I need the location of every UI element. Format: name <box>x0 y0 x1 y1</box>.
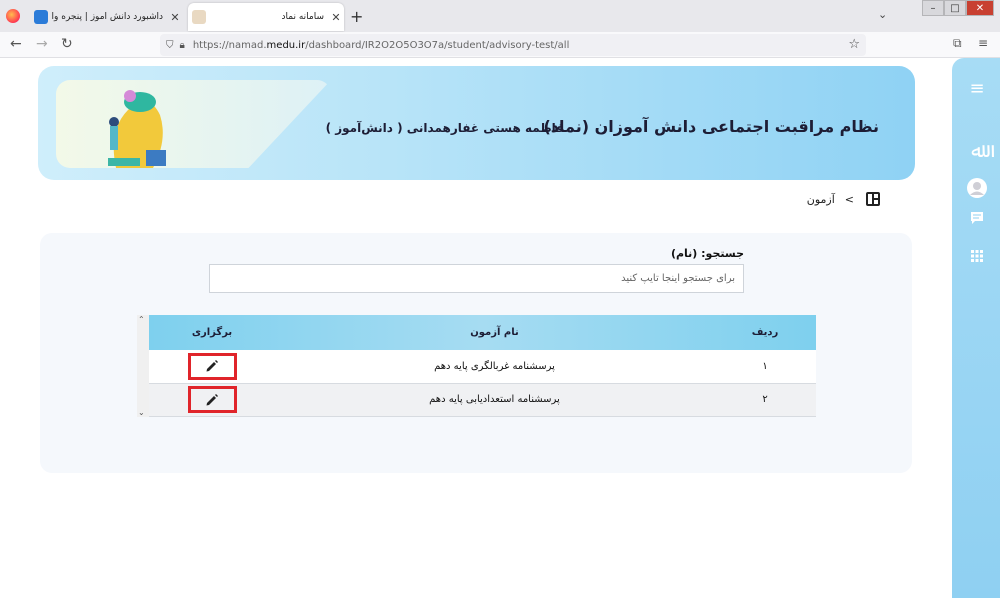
pencil-icon <box>206 393 218 405</box>
breadcrumb-current: آزمون <box>806 192 835 206</box>
browser-tab-dashboard[interactable]: ✕ داشبورد دانش آموز | پنجره واحد خد <box>30 3 183 31</box>
scroll-up-icon[interactable]: ⌃ <box>138 315 145 324</box>
new-tab-icon[interactable]: + <box>350 7 363 26</box>
url-text: https://namad.medu.ir/dashboard/IR2O2O5O… <box>192 39 570 51</box>
forward-arrow-icon[interactable]: → <box>36 36 48 52</box>
exam-name: پرسشنامه استعدادیابی پایه دهم <box>429 394 560 405</box>
browser-nav-bar: ← → ↻ ⛉ 🔒︎ https://namad.medu.ir/dashboa… <box>0 32 1000 58</box>
user-profile-icon[interactable] <box>966 178 988 203</box>
window-controls: – □ ✕ <box>922 0 994 16</box>
start-exam-button[interactable] <box>187 352 237 380</box>
iran-emblem-icon: ﷲ <box>971 138 983 162</box>
action-cell <box>149 350 275 383</box>
column-header-name[interactable]: نام آزمون <box>275 315 714 350</box>
pencil-icon <box>206 360 218 372</box>
action-cell <box>149 383 275 416</box>
close-tab-icon[interactable]: ✕ <box>167 11 183 24</box>
message-icon[interactable] <box>966 210 988 230</box>
app-menu-icon[interactable]: ≡ <box>978 36 988 50</box>
firefox-menu-icon[interactable] <box>6 9 20 23</box>
right-sidebar: ≡ ﷲ <box>952 58 1000 598</box>
table-header-row: ردیف نام آزمون برگزاری <box>149 315 816 350</box>
browser-tab-namad[interactable]: ✕ سامانه نماد <box>188 3 344 31</box>
student-illustration-icon <box>108 90 166 168</box>
exam-table-container: ⌃ ⌄ ردیف نام آزمون برگزاری ۱ پرسشنامه غر… <box>137 315 816 417</box>
table-row: ۱ پرسشنامه غربالگری پایه دهم <box>149 350 816 383</box>
user-name-label: فاطمه هستی غفارهمدانی ( دانش‌آموز ) <box>325 121 564 135</box>
maximize-icon[interactable]: □ <box>944 0 966 16</box>
url-bar[interactable]: ⛉ 🔒︎ https://namad.medu.ir/dashboard/IR2… <box>160 34 866 56</box>
hamburger-menu-icon[interactable]: ≡ <box>966 78 988 99</box>
minimize-icon[interactable]: – <box>922 0 944 16</box>
tab-favicon-icon <box>34 10 48 24</box>
search-input[interactable] <box>209 264 744 293</box>
tab-title: سامانه نماد <box>281 12 325 22</box>
tab-title: داشبورد دانش آموز | پنجره واحد خد <box>52 12 163 22</box>
extensions-icon[interactable]: ⧉ <box>953 36 962 51</box>
exam-name: پرسشنامه غربالگری پایه دهم <box>434 360 555 372</box>
breadcrumb-separator: > <box>844 192 854 206</box>
row-number: ۱ <box>762 360 768 372</box>
breadcrumb: > آزمون <box>807 192 880 206</box>
column-header-action[interactable]: برگزاری <box>149 315 275 350</box>
tab-list-chevron-icon[interactable]: ⌄ <box>878 8 887 21</box>
browser-tab-bar: ✕ داشبورد دانش آموز | پنجره واحد خد ✕ سا… <box>0 0 1000 32</box>
apps-grid-icon[interactable] <box>966 250 988 266</box>
content-card: جستجو: (نام) ⌃ ⌄ ردیف نام آزمون برگزاری … <box>40 233 912 473</box>
reload-icon[interactable]: ↻ <box>61 36 73 52</box>
close-tab-icon[interactable]: ✕ <box>328 11 344 24</box>
shield-icon[interactable]: ⛉ <box>166 40 174 51</box>
search-label: جستجو: (نام) <box>670 247 744 260</box>
header-banner: نظام مراقبت اجتماعی دانش آموزان (نماد) ف… <box>38 66 915 180</box>
window-close-icon[interactable]: ✕ <box>966 0 994 16</box>
column-header-row[interactable]: ردیف <box>714 315 816 350</box>
scroll-down-icon[interactable]: ⌄ <box>138 408 145 417</box>
bookmark-star-icon[interactable]: ☆ <box>848 37 860 52</box>
system-title: نظام مراقبت اجتماعی دانش آموزان (نماد) <box>543 117 879 136</box>
row-number: ۲ <box>762 394 768 405</box>
exam-table: ردیف نام آزمون برگزاری ۱ پرسشنامه غربالگ… <box>149 315 816 417</box>
table-scrollbar[interactable]: ⌃ ⌄ <box>137 315 149 417</box>
table-row: ۲ پرسشنامه استعدادیابی پایه دهم <box>149 383 816 416</box>
dashboard-layout-icon[interactable] <box>866 192 880 206</box>
tab-favicon-icon <box>192 10 206 24</box>
start-exam-button[interactable] <box>187 386 237 413</box>
back-arrow-icon[interactable]: ← <box>10 36 22 52</box>
lock-icon[interactable]: 🔒︎ <box>180 40 185 51</box>
